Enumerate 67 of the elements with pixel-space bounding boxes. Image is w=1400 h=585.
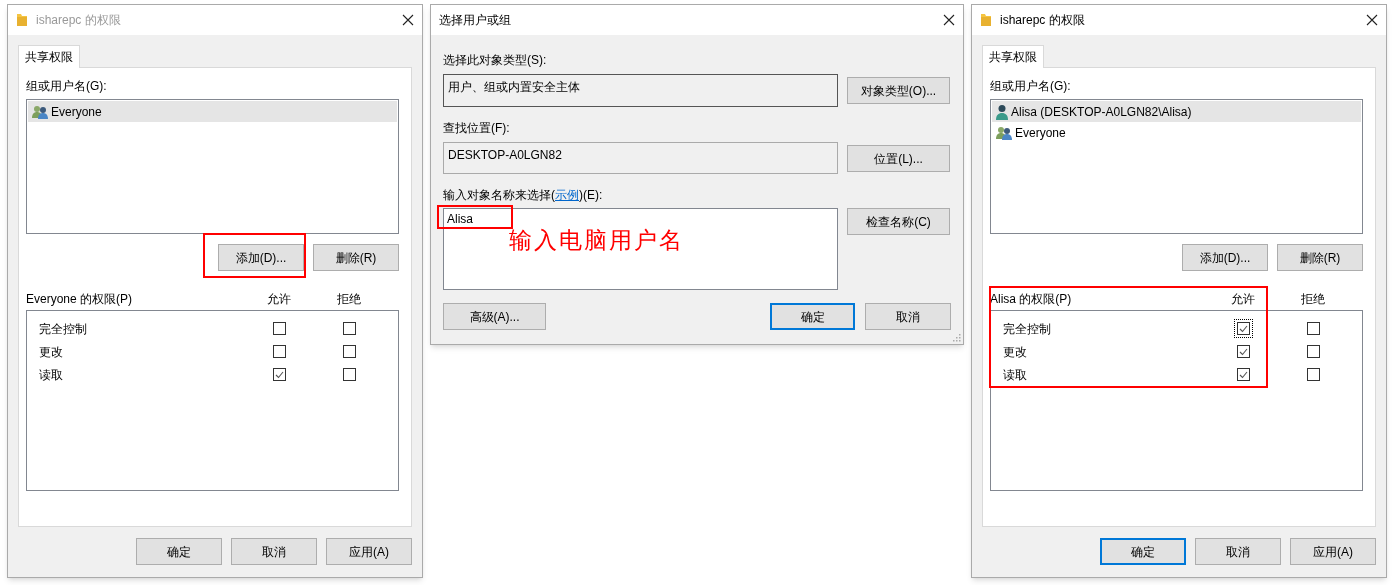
window-title: 选择用户或组: [439, 12, 512, 29]
permission-name: 读取: [1003, 366, 1028, 384]
checkbox[interactable]: [1306, 345, 1320, 358]
object-type-field: 用户、组或内置安全主体: [443, 74, 838, 107]
check-names-button[interactable]: 检查名称(C): [847, 208, 950, 235]
advanced-button[interactable]: 高级(A)...: [443, 303, 546, 330]
checkbox[interactable]: [1306, 322, 1320, 335]
dialog-button[interactable]: 应用(A): [1290, 538, 1376, 565]
close-icon[interactable]: [943, 14, 955, 26]
examples-link[interactable]: 示例: [555, 186, 579, 204]
permission-name: 完全控制: [39, 320, 88, 338]
column-header: 拒绝: [337, 291, 361, 308]
checkbox[interactable]: [342, 345, 356, 358]
permission-name: 更改: [1003, 343, 1028, 361]
checkbox[interactable]: [1236, 345, 1250, 358]
field-label: 组或用户名(G):: [26, 78, 108, 95]
list-item[interactable]: Alisa (DESKTOP-A0LGN82\Alisa): [992, 101, 1361, 122]
checkbox[interactable]: [1306, 368, 1320, 381]
object-type-button[interactable]: 对象类型(O)...: [847, 77, 950, 104]
field-label: )(E):: [579, 187, 603, 204]
locations-button[interactable]: 位置(L)...: [847, 145, 950, 172]
checkbox[interactable]: [1236, 322, 1250, 335]
permissions-label: Alisa 的权限(P): [990, 291, 1073, 308]
permission-name: 读取: [39, 366, 64, 384]
tab[interactable]: 共享权限: [982, 45, 1044, 68]
permissions-label: Everyone 的权限(P): [26, 291, 134, 308]
dialog-button[interactable]: 确定: [770, 303, 855, 330]
checkbox[interactable]: [272, 368, 286, 381]
checkbox[interactable]: [1236, 368, 1250, 381]
field-label: 选择此对象类型(S):: [443, 52, 548, 69]
field-label: 组或用户名(G):: [990, 78, 1072, 95]
checkbox[interactable]: [272, 322, 286, 335]
folder-icon: [980, 13, 992, 27]
checkbox[interactable]: [342, 368, 356, 381]
list-item[interactable]: Everyone: [992, 122, 1361, 143]
permission-name: 完全控制: [1003, 320, 1052, 338]
checkbox[interactable]: [272, 345, 286, 358]
column-header: 允许: [267, 291, 291, 308]
column-header: 拒绝: [1301, 291, 1325, 308]
folder-icon: [16, 13, 28, 27]
remove-button[interactable]: 删除(R): [1277, 244, 1363, 271]
remove-button[interactable]: 删除(R): [313, 244, 399, 271]
dialog-button[interactable]: 取消: [865, 303, 951, 330]
checkbox[interactable]: [342, 322, 356, 335]
dialog-button[interactable]: 取消: [231, 538, 317, 565]
dialog-button[interactable]: 确定: [1100, 538, 1186, 565]
tab[interactable]: 共享权限: [18, 45, 80, 68]
close-icon[interactable]: [1366, 14, 1378, 26]
users-icon: [32, 104, 48, 119]
window-title: isharepc 的权限: [36, 12, 122, 29]
annotation-text: 输入电脑用户名: [509, 226, 684, 255]
dialog-button[interactable]: 应用(A): [326, 538, 412, 565]
add-button[interactable]: 添加(D)...: [218, 244, 304, 271]
permission-name: 更改: [39, 343, 64, 361]
field-label: 输入对象名称来选择(: [443, 187, 555, 204]
list-item[interactable]: Everyone: [28, 101, 397, 122]
users-icon: [996, 125, 1012, 140]
column-header: 允许: [1231, 291, 1255, 308]
user-icon: [996, 103, 1008, 120]
window-title: isharepc 的权限: [1000, 12, 1086, 29]
close-icon[interactable]: [402, 14, 414, 26]
dialog-button[interactable]: 确定: [136, 538, 222, 565]
resize-grip-icon[interactable]: [952, 333, 961, 342]
field-label: 查找位置(F):: [443, 120, 511, 137]
add-button[interactable]: 添加(D)...: [1182, 244, 1268, 271]
location-field: DESKTOP-A0LGN82: [443, 142, 838, 174]
dialog-button[interactable]: 取消: [1195, 538, 1281, 565]
